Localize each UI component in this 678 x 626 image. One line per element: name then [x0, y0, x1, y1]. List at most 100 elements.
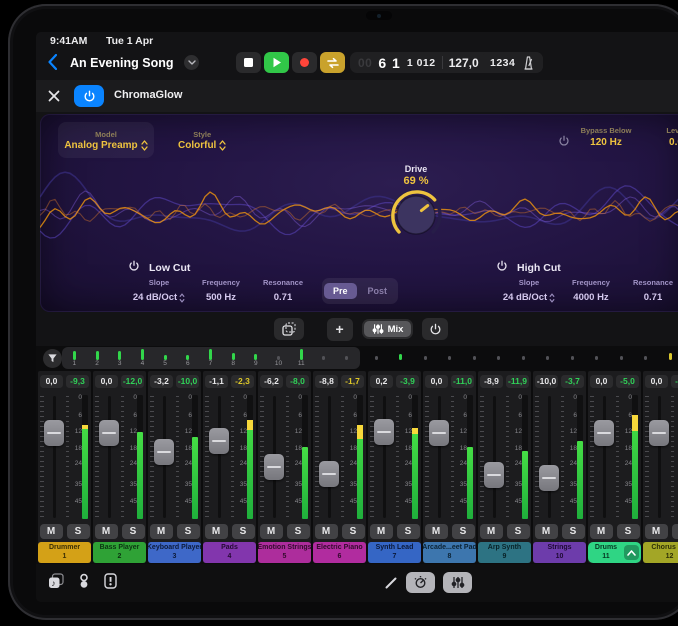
play-button[interactable] [264, 52, 289, 73]
solo-button[interactable]: S [287, 524, 310, 539]
mute-button[interactable]: M [260, 524, 283, 539]
high-cut-power-icon[interactable] [496, 260, 508, 275]
model-dropdown[interactable]: Model Analog Preamp [58, 122, 154, 158]
connections-icon[interactable] [77, 573, 91, 589]
mute-button[interactable]: M [370, 524, 393, 539]
channel-strip-10[interactable]: -10,0-3,7061218243545MSStrings10 [533, 371, 586, 563]
overview-window[interactable]: 1234567891011 [62, 347, 360, 369]
channel-strip-4[interactable]: -1,1-2,3061218243545MSPads4 [203, 371, 256, 563]
low-cut-frequency[interactable]: Frequency 500 Hz [190, 278, 252, 305]
channel-strip-12[interactable]: 0,0-9,0061218243545MSChorus V...12 [643, 371, 678, 563]
channel-strip-2[interactable]: 0,0-12,0061218243545MSBass Player2 [93, 371, 146, 563]
close-icon[interactable] [48, 89, 60, 107]
track-label[interactable]: Bass Player2 [93, 542, 146, 563]
track-label[interactable]: Chorus V...12 [643, 542, 678, 563]
solo-button[interactable]: S [562, 524, 585, 539]
high-cut-frequency[interactable]: Frequency 4000 Hz [560, 278, 622, 305]
high-cut-resonance[interactable]: Resonance 0.71 [622, 278, 678, 305]
plugin-power-button[interactable] [74, 85, 104, 107]
mute-button[interactable]: M [315, 524, 338, 539]
song-title[interactable]: An Evening Song [70, 56, 173, 70]
mute-button[interactable]: M [480, 524, 503, 539]
drive-knob[interactable] [388, 189, 444, 241]
solo-button[interactable]: S [452, 524, 475, 539]
mute-button[interactable]: M [40, 524, 63, 539]
add-track-button[interactable]: + [327, 318, 353, 341]
solo-button[interactable]: S [177, 524, 200, 539]
stop-button[interactable] [236, 52, 261, 73]
fader-handle[interactable] [319, 461, 339, 487]
track-label[interactable]: Drums11 [588, 542, 641, 563]
high-cut-slope[interactable]: Slope 24 dB/Oct [498, 278, 560, 305]
mute-button[interactable]: M [645, 524, 668, 539]
loops-browser-icon[interactable]: ♪ [48, 573, 64, 589]
knob-view-button[interactable] [406, 572, 435, 593]
fader-handle[interactable] [539, 465, 559, 491]
track-label[interactable]: Arcade...eet Pad8 [423, 542, 476, 563]
mute-button[interactable]: M [535, 524, 558, 539]
record-button[interactable] [292, 52, 317, 73]
track-label[interactable]: Synth Lead7 [368, 542, 421, 563]
fader-handle[interactable] [44, 420, 64, 446]
track-overview-strip[interactable]: 1234567891011 [36, 347, 678, 369]
solo-button[interactable]: S [617, 524, 640, 539]
track-label[interactable]: Electric Piano6 [313, 542, 366, 563]
fader-handle[interactable] [594, 420, 614, 446]
track-label[interactable]: Keyboard Player3 [148, 542, 201, 563]
fader-handle[interactable] [264, 454, 284, 480]
track-label[interactable]: Drummer1 [38, 542, 91, 563]
solo-button[interactable]: S [672, 524, 678, 539]
channel-strip-3[interactable]: -3,2-10,0061218243545MSKeyboard Player3 [148, 371, 201, 563]
mixer-power-button[interactable] [422, 318, 448, 340]
solo-button[interactable]: S [397, 524, 420, 539]
track-label[interactable]: Pads4 [203, 542, 256, 563]
solo-button[interactable]: S [507, 524, 530, 539]
channel-strip-9[interactable]: -8,9-11,9061218243545MSArp Synth9 [478, 371, 531, 563]
cycle-button[interactable] [320, 52, 345, 73]
mix-view-button[interactable]: Mix [364, 321, 412, 337]
track-label[interactable]: Arp Synth9 [478, 542, 531, 563]
collapse-chevron-button[interactable] [624, 545, 639, 560]
count-in-button[interactable]: 1234 [490, 57, 515, 69]
solo-button[interactable]: S [122, 524, 145, 539]
track-label[interactable]: Strings10 [533, 542, 586, 563]
fader-handle[interactable] [209, 428, 229, 454]
post-button[interactable]: Post [359, 283, 397, 299]
channel-strip-7[interactable]: 0,2-3,9061218243545MSSynth Lead7 [368, 371, 421, 563]
faders-view-button[interactable] [443, 572, 472, 593]
fader-handle[interactable] [374, 419, 394, 445]
channel-strip-6[interactable]: -8,8-1,7061218243545MSElectric Piano6 [313, 371, 366, 563]
fader-handle[interactable] [649, 420, 669, 446]
count-in-metronome-group[interactable]: 1234 [482, 52, 543, 73]
channel-strip-11[interactable]: 0,0-5,0061218243545MSDrums11 [588, 371, 641, 563]
low-cut-slope[interactable]: Slope 24 dB/Oct [128, 278, 190, 305]
pencil-icon[interactable] [384, 576, 398, 590]
solo-button[interactable]: S [232, 524, 255, 539]
fader-handle[interactable] [154, 439, 174, 465]
low-cut-power-icon[interactable] [128, 260, 140, 275]
mute-button[interactable]: M [205, 524, 228, 539]
fader-handle[interactable] [99, 420, 119, 446]
back-button[interactable] [48, 54, 57, 75]
filter-button[interactable] [43, 349, 62, 368]
mute-button[interactable]: M [150, 524, 173, 539]
bypass-power-icon[interactable] [558, 134, 570, 152]
fader-handle[interactable] [484, 462, 504, 488]
song-menu-chevron-icon[interactable] [184, 55, 199, 70]
pre-button[interactable]: Pre [324, 283, 357, 299]
mute-button[interactable]: M [95, 524, 118, 539]
channel-strip-8[interactable]: 0,0-11,0061218243545MSArcade...eet Pad8 [423, 371, 476, 563]
low-cut-resonance[interactable]: Resonance 0.71 [252, 278, 314, 305]
duplicate-button[interactable] [274, 318, 304, 340]
mute-button[interactable]: M [425, 524, 448, 539]
track-label[interactable]: Emotion Strings5 [258, 542, 311, 563]
fader-handle[interactable] [429, 420, 449, 446]
solo-button[interactable]: S [342, 524, 365, 539]
bypass-below-control[interactable]: Bypass Below 120 Hz [576, 126, 636, 148]
level-control[interactable]: Level 0.0 [646, 126, 678, 148]
channel-strip-5[interactable]: -6,2-8,0061218243545MSEmotion Strings5 [258, 371, 311, 563]
mute-button[interactable]: M [590, 524, 613, 539]
channel-strip-1[interactable]: 0,0-9,3061218243545MSDrummer1 [38, 371, 91, 563]
style-dropdown[interactable]: Style Colorful [178, 122, 226, 158]
piano-keys-icon[interactable] [104, 573, 117, 589]
